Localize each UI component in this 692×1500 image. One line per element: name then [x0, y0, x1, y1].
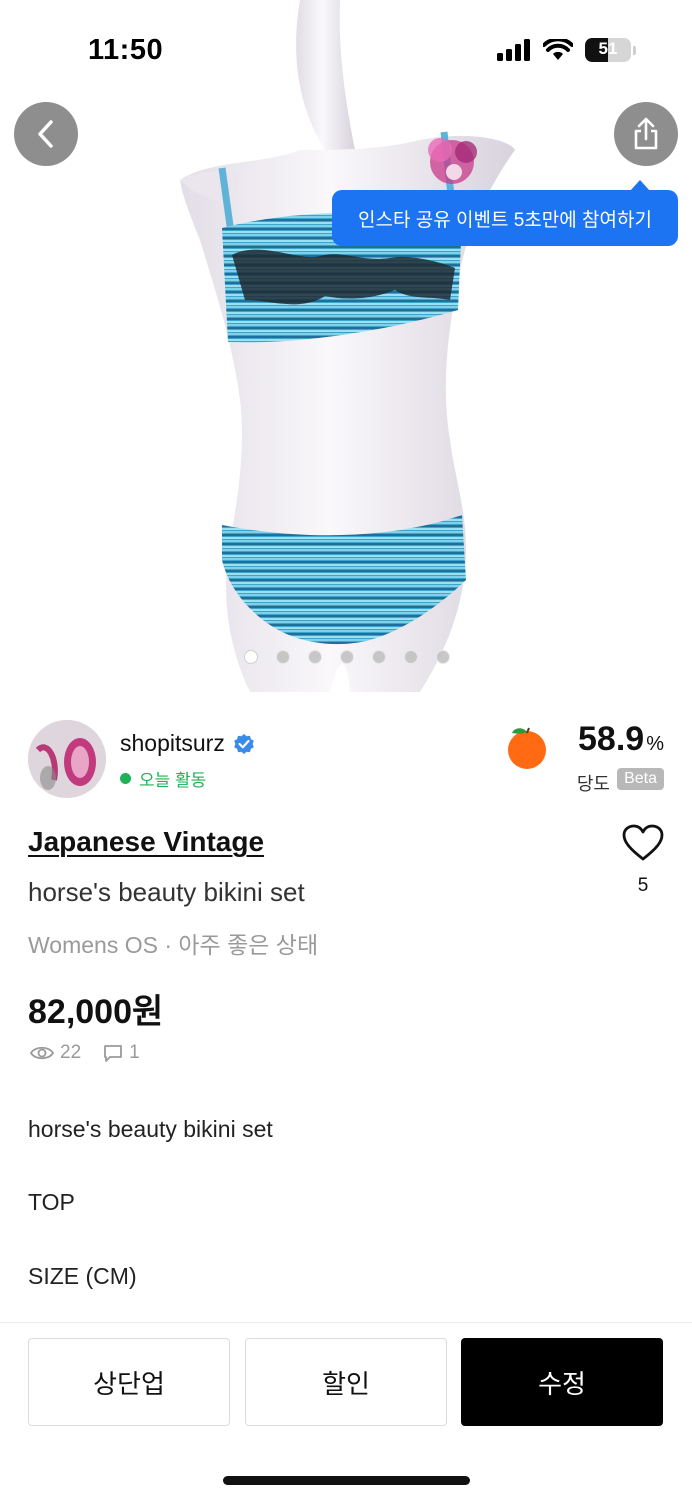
avatar-image	[28, 720, 106, 798]
battery-level: 51	[598, 39, 618, 58]
tooltip-text: 인스타 공유 이벤트 5초만에 참여하기	[358, 209, 652, 231]
carousel-dot[interactable]	[276, 650, 290, 664]
beta-badge: Beta	[617, 768, 664, 790]
carousel-dot[interactable]	[244, 650, 258, 664]
signal-icon	[497, 39, 530, 61]
status-time: 11:50	[88, 34, 164, 66]
like-count: 5	[637, 875, 649, 896]
eye-icon	[30, 1046, 54, 1060]
orange-icon	[508, 727, 546, 769]
view-count: 22	[60, 1042, 82, 1063]
product-stats: 22 1	[30, 1042, 140, 1064]
description-line: TOP	[28, 1189, 75, 1215]
brand-link[interactable]: Japanese Vintage	[28, 826, 264, 858]
product-image-carousel[interactable]: 11:50 51 인스타 공유 이벤트 5초만에 참여하기	[0, 0, 692, 692]
home-indicator[interactable]	[223, 1476, 470, 1485]
bottom-divider	[0, 1322, 692, 1323]
chat-count: 1	[129, 1042, 140, 1063]
carousel-dot[interactable]	[372, 650, 386, 664]
avatar[interactable]	[28, 720, 106, 798]
verified-icon	[234, 733, 254, 754]
sugar-value: 58.9	[578, 720, 645, 758]
carousel-dots	[244, 650, 450, 664]
carousel-dot[interactable]	[340, 650, 354, 664]
product-title: horse's beauty bikini set	[28, 877, 305, 907]
battery-tip	[633, 45, 636, 55]
wifi-icon	[543, 39, 573, 60]
description-line: SIZE (CM)	[28, 1263, 137, 1289]
share-icon	[634, 117, 658, 150]
edit-button[interactable]: 수정	[461, 1338, 663, 1426]
active-dot	[120, 773, 131, 784]
sugar-value-row: 58.9%	[578, 720, 664, 759]
insta-share-tooltip[interactable]: 인스타 공유 이벤트 5초만에 참여하기	[332, 180, 678, 246]
heart-icon	[622, 824, 664, 861]
sugar-unit: %	[646, 733, 664, 755]
description-line: horse's beauty bikini set	[28, 1116, 273, 1142]
sugar-label: 당도	[576, 774, 610, 794]
share-button[interactable]	[614, 102, 678, 166]
product-photo	[180, 0, 515, 692]
product-price: 82,000원	[28, 993, 164, 1031]
discount-button[interactable]: 할인	[245, 1338, 447, 1426]
back-button[interactable]	[14, 102, 78, 166]
seller-name[interactable]: shopitsurz	[120, 730, 225, 757]
like-button[interactable]: 5	[616, 824, 670, 897]
carousel-dot[interactable]	[308, 650, 322, 664]
carousel-dot[interactable]	[404, 650, 418, 664]
sugar-score[interactable]: 58.9% 당도 Beta	[504, 720, 664, 800]
bump-up-button[interactable]: 상단업	[28, 1338, 230, 1426]
seller-name-row[interactable]: shopitsurz	[120, 730, 255, 757]
battery-icon: 51	[585, 38, 631, 62]
status-bar: 11:50 51	[0, 0, 692, 100]
carousel-dot[interactable]	[436, 650, 450, 664]
chat-icon	[104, 1045, 123, 1062]
activity-text: 오늘 활동	[139, 771, 207, 790]
product-meta: Womens OS · 아주 좋은 상태	[28, 932, 319, 958]
back-icon	[38, 120, 53, 148]
status-icons: 51	[497, 38, 636, 62]
activity-status: 오늘 활동	[120, 766, 206, 791]
